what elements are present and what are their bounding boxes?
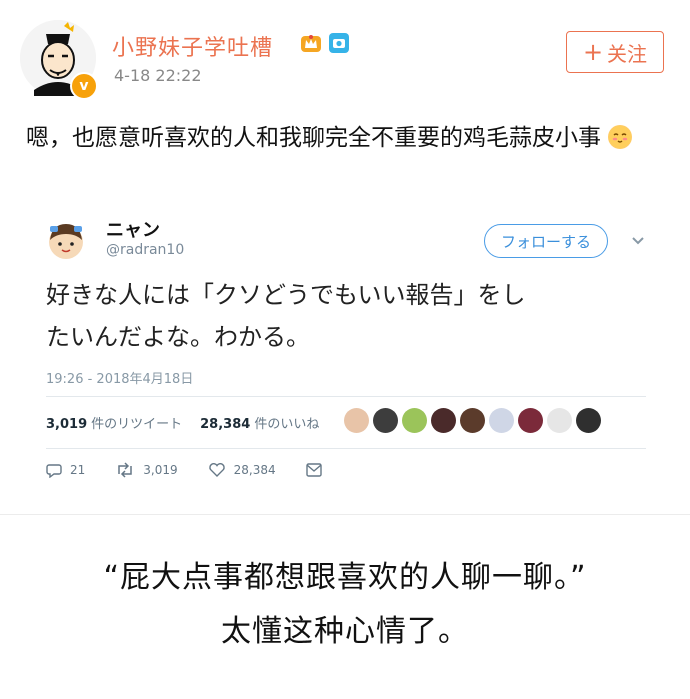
post-text: 嗯，也愿意听喜欢的人和我聊完全不重要的鸡毛蒜皮小事: [26, 125, 601, 151]
liker-avatar[interactable]: [576, 408, 601, 433]
like-count-label: 件のいいね: [254, 417, 320, 432]
caption-line: “屁大点事都想跟喜欢的人聊一聊。”: [103, 560, 587, 595]
tweet-text: 好きな人には「クソどうでもいい報告」をし たいんだよな。わかる。: [46, 274, 646, 358]
like-action-count: 28,384: [233, 463, 276, 477]
caption-line: 太懂这种心情了。: [221, 614, 469, 649]
reply-count: 21: [70, 463, 86, 477]
liker-avatar[interactable]: [460, 408, 485, 433]
embedded-tweet: ニャン @radran10 フォローする 好きな人には「クソどうでもいい報告」を…: [24, 204, 666, 514]
tweet-author-avatar[interactable]: [46, 220, 86, 260]
like-button[interactable]: 28,384: [208, 462, 276, 478]
like-count[interactable]: 28,384: [200, 417, 250, 432]
tweet-date[interactable]: 19:26 - 2018年4月18日: [46, 368, 193, 387]
tweet-author-name[interactable]: ニャン: [106, 216, 160, 242]
heart-icon: [208, 463, 225, 477]
blushing-emoji-icon: [608, 125, 633, 149]
liker-avatar[interactable]: [431, 408, 456, 433]
divider: [46, 396, 646, 397]
tweet-actions: 21 3,019 28,384: [46, 462, 352, 478]
message-button[interactable]: [305, 463, 322, 477]
tweet-text-line: たいんだよな。わかる。: [46, 323, 310, 351]
retweet-count-label: 件のリツイート: [91, 417, 183, 432]
liker-avatar[interactable]: [344, 408, 369, 433]
reply-button[interactable]: 21: [46, 462, 85, 478]
envelope-icon: [305, 463, 322, 477]
chevron-down-icon[interactable]: [628, 230, 648, 250]
liker-avatars: [344, 408, 601, 433]
liker-avatar[interactable]: [489, 408, 514, 433]
retweet-button[interactable]: 3,019: [115, 462, 178, 478]
post-timestamp: 4-18 22:22: [114, 66, 202, 85]
tweet-author-handle[interactable]: @radran10: [106, 242, 184, 258]
liker-avatar[interactable]: [518, 408, 543, 433]
liker-avatar[interactable]: [373, 408, 398, 433]
retweet-action-count: 3,019: [143, 463, 178, 477]
liker-avatar[interactable]: [402, 408, 427, 433]
follow-button[interactable]: + 关注: [566, 31, 664, 73]
retweet-count[interactable]: 3,019: [46, 417, 87, 432]
tweet-follow-button[interactable]: フォローする: [484, 224, 608, 258]
divider: [46, 448, 646, 449]
verified-badge-icon: v: [70, 72, 98, 100]
user-badges: [300, 32, 350, 54]
divider: [0, 514, 690, 515]
liker-avatar[interactable]: [547, 408, 572, 433]
post-content: 嗯，也愿意听喜欢的人和我聊完全不重要的鸡毛蒜皮小事: [26, 118, 666, 158]
tweet-stats: 3,019 件のリツイート 28,384 件のいいね: [46, 413, 319, 432]
crown-vip-icon: [301, 35, 321, 52]
author-name[interactable]: 小野妹子学吐槽: [112, 30, 273, 62]
tweet-text-line: 好きな人には「クソどうでもいい報告」をし: [46, 281, 526, 309]
reply-icon: [46, 464, 62, 478]
camera-icon: [329, 33, 349, 53]
follow-button-label: 关注: [607, 41, 648, 66]
plus-icon: +: [582, 38, 604, 66]
retweet-icon: [118, 462, 133, 478]
